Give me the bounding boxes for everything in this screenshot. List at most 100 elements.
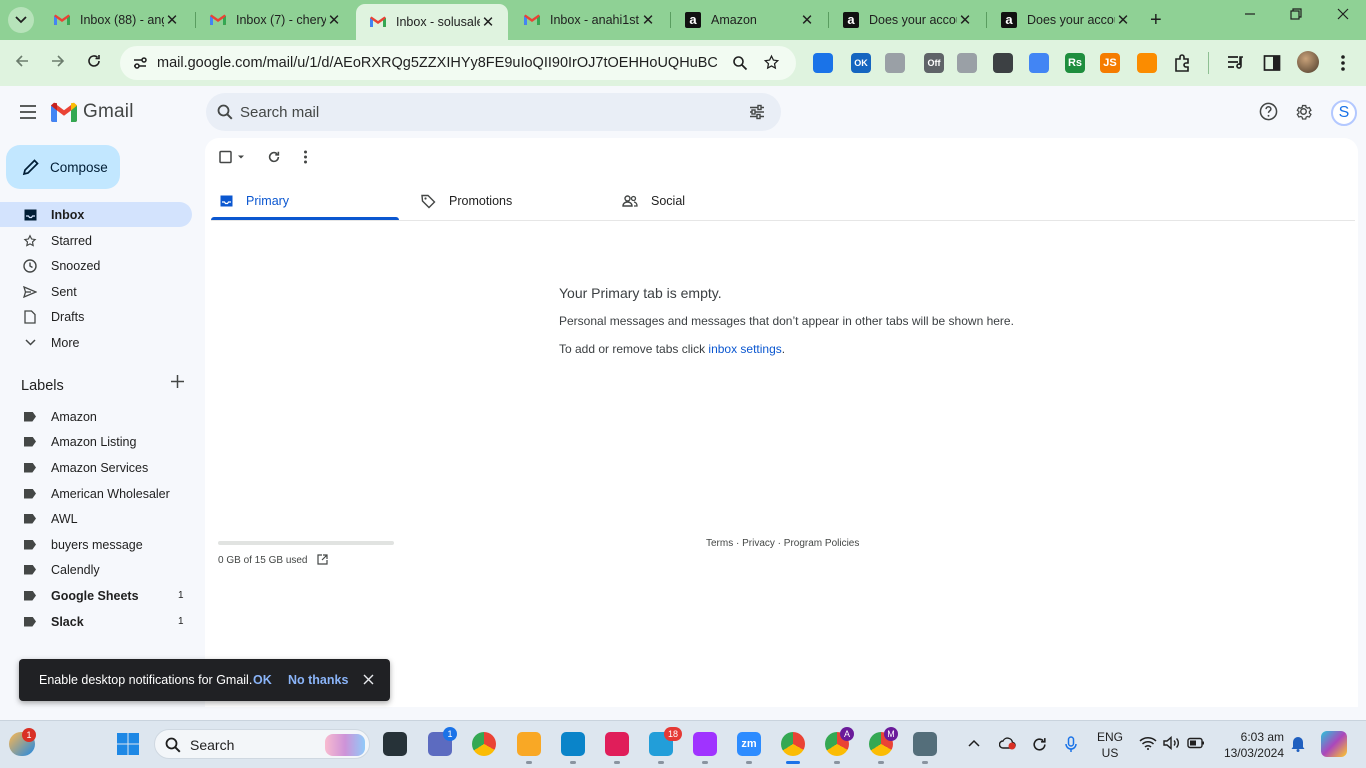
label-item[interactable]: Calendly [0,557,192,582]
forward-button[interactable] [50,53,66,69]
close-icon[interactable]: ✕ [799,12,815,29]
cloud-sync-icon[interactable] [999,736,1017,750]
chrome-icon[interactable] [472,732,496,756]
copilot-icon[interactable] [1321,731,1347,757]
system-clock[interactable]: 6:03 am 13/03/2024 [1222,729,1284,761]
close-icon[interactable]: ✕ [326,12,342,29]
chrome-profile-1-icon[interactable] [781,732,805,756]
tab-promotions[interactable]: Promotions [421,182,512,220]
zoom-icon[interactable]: zm [737,732,761,756]
browser-tab[interactable]: a Does your accou ✕ [987,0,1143,40]
search-bar[interactable] [206,93,781,131]
start-icon[interactable] [117,733,139,755]
microphone-icon[interactable] [1065,736,1077,753]
chrome-menu-icon[interactable] [1340,54,1346,72]
extension-orange-icon[interactable] [1137,53,1157,73]
help-icon[interactable] [1259,102,1278,121]
folder-icon[interactable] [517,732,541,756]
taskbar-search[interactable]: Search [154,729,370,759]
sidebar-item-drafts[interactable]: Drafts [0,304,192,329]
search-options-icon[interactable] [749,104,765,120]
address-bar[interactable]: mail.google.com/mail/u/1/d/AEoRXRQg5ZZXI… [120,46,796,80]
notifications-bell-icon[interactable] [1290,735,1306,752]
add-label-button[interactable] [171,375,184,388]
extension-js-icon[interactable]: JS [1100,53,1120,73]
close-window-button[interactable] [1337,8,1349,20]
browser-tab[interactable]: a Does your accou ✕ [829,0,985,40]
extension-gray-icon[interactable] [885,53,905,73]
refresh-button[interactable] [267,150,281,164]
browser-tab-active[interactable]: Inbox - solusales ✕ [356,4,508,40]
sidebar-item-snoozed[interactable]: Snoozed [0,253,192,278]
extension-ok-icon[interactable]: OK [851,53,871,73]
back-button[interactable] [14,53,30,69]
calculator-icon[interactable] [913,732,937,756]
profile-avatar[interactable] [1297,51,1319,73]
restore-button[interactable] [1290,8,1302,20]
close-icon[interactable]: ✕ [164,12,180,29]
more-options-button[interactable] [303,150,308,164]
extension-qr-icon[interactable] [993,53,1013,73]
label-item[interactable]: buyers message [0,532,192,557]
battery-icon[interactable] [1187,736,1205,749]
main-menu-button[interactable] [19,104,37,120]
gmail-logo[interactable]: Gmail [51,101,134,123]
extension-blue-icon[interactable] [813,53,833,73]
select-all-checkbox[interactable] [219,150,245,164]
label-item[interactable]: AWL [0,506,192,531]
sidebar-item-starred[interactable]: Starred [0,228,192,253]
volume-icon[interactable] [1163,736,1181,750]
toast-dismiss-button[interactable]: No thanks [288,673,348,687]
close-icon[interactable]: ✕ [640,12,656,29]
sidebar-item-more[interactable]: More [0,330,192,355]
compose-button[interactable]: Compose [6,145,120,189]
extension-rs-icon[interactable]: Rs [1065,53,1085,73]
close-icon[interactable]: ✕ [480,14,496,31]
new-tab-button[interactable]: + [1150,10,1162,30]
bookmark-star-icon[interactable] [763,54,780,71]
side-panel-icon[interactable] [1263,54,1281,72]
tab-primary[interactable]: Primary [220,182,289,220]
label-item[interactable]: Google Sheets [0,583,192,608]
messenger-icon[interactable] [693,732,717,756]
browser-tab[interactable]: a Amazon ✕ [671,0,827,40]
settings-gear-icon[interactable] [1294,102,1313,121]
zoom-icon[interactable] [732,55,748,71]
media-control-icon[interactable] [1227,54,1245,72]
label-item[interactable]: Amazon [0,404,192,429]
account-avatar[interactable]: S [1331,100,1357,126]
label-item[interactable]: Amazon Services [0,455,192,480]
sidebar-item-sent[interactable]: Sent [0,279,192,304]
label-item[interactable]: Slack [0,609,192,634]
sidebar-item-inbox[interactable]: Inbox [0,202,192,227]
minimize-button[interactable] [1244,8,1256,20]
edge-icon[interactable] [561,732,585,756]
external-link-icon[interactable] [317,554,328,565]
extension-off-icon[interactable]: Off [924,53,944,73]
search-icon[interactable] [217,104,233,120]
site-info-icon[interactable] [132,55,148,71]
tab-social[interactable]: Social [622,182,685,220]
update-icon[interactable] [1031,736,1048,753]
show-hidden-icons-button[interactable] [968,736,980,747]
label-item[interactable]: American Wholesaler [0,481,192,506]
browser-tab[interactable]: Inbox (7) - chery ✕ [196,0,354,40]
close-icon[interactable]: ✕ [1115,12,1131,29]
extension-globe-icon[interactable] [957,53,977,73]
slack-icon[interactable] [605,732,629,756]
extensions-puzzle-icon[interactable] [1173,53,1193,73]
wifi-icon[interactable] [1139,736,1157,750]
close-icon[interactable]: ✕ [957,12,973,29]
reload-button[interactable] [86,53,102,69]
search-input[interactable] [240,93,720,131]
footer-links[interactable]: Terms · Privacy · Program Policies [706,538,859,549]
file-explorer-dark-icon[interactable] [383,732,407,756]
toast-close-button[interactable] [363,671,374,685]
tab-search-button[interactable] [8,7,34,33]
label-item[interactable]: Amazon Listing [0,429,192,454]
extension-pin-icon[interactable] [1029,53,1049,73]
inbox-settings-link[interactable]: inbox settings [708,342,781,356]
browser-tab[interactable]: Inbox (88) - ange ✕ [40,0,192,40]
toast-ok-button[interactable]: OK [253,673,272,687]
browser-tab[interactable]: Inbox - anahi1st ✕ [510,0,668,40]
